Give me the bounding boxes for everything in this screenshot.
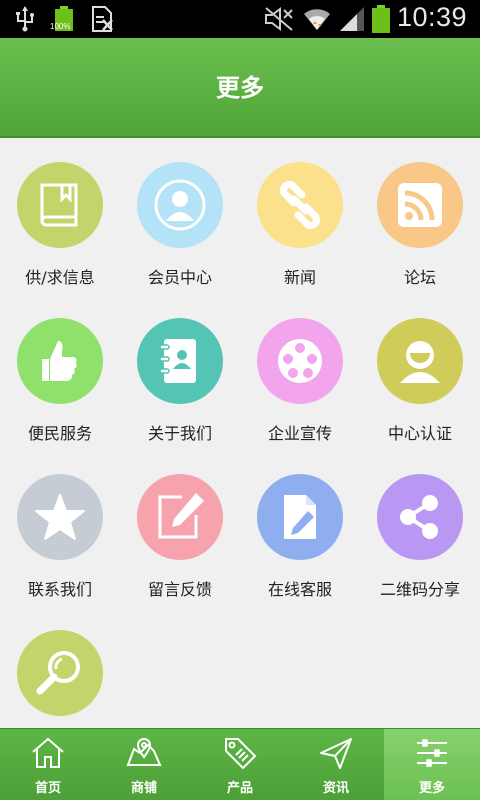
bottom-nav: 首页 商铺 产品 资讯 更多	[0, 728, 480, 800]
grid-item-member-center[interactable]: 会员中心	[120, 140, 240, 296]
status-time: 10:39	[397, 2, 468, 32]
grid-item-online-service[interactable]: 在线客服	[240, 452, 360, 608]
feature-grid: 供/求信息 会员中心 新闻 论坛 便民服务 关于我们 企业宣传 中心认证 联系我…	[0, 140, 480, 728]
grid-item-convenience[interactable]: 便民服务	[0, 296, 120, 452]
grid-item-label: 中心认证	[387, 424, 452, 443]
grid-item-promotion[interactable]: 企业宣传	[240, 296, 360, 452]
grid-item-certification[interactable]: 中心认证	[360, 296, 480, 452]
film-reel-icon	[257, 318, 343, 404]
mute-icon	[264, 6, 294, 32]
battery-percent: 100%	[50, 22, 71, 31]
page-title: 更多	[216, 74, 264, 102]
grid-item-label: 便民服务	[27, 424, 92, 443]
user-icon	[137, 162, 223, 248]
battery-icon	[370, 5, 392, 33]
settings-sliders-icon	[417, 739, 447, 767]
edit-icon	[137, 474, 223, 560]
sale-tag-icon	[225, 738, 257, 770]
grid-item-label: 供/求信息	[25, 268, 95, 287]
grid-item-label: 论坛	[403, 268, 436, 287]
share-icon	[377, 474, 463, 560]
title-bar: 更多	[0, 38, 480, 138]
nav-products[interactable]: 产品	[192, 729, 288, 800]
send-icon	[320, 738, 352, 769]
grid-item-news[interactable]: 新闻	[240, 140, 360, 296]
nav-more[interactable]: 更多	[384, 729, 480, 800]
nav-label: 更多	[418, 781, 445, 796]
avatar-icon	[377, 318, 463, 404]
nav-label: 资讯	[322, 781, 349, 796]
grid-item-qr-share[interactable]: 二维码分享	[360, 452, 480, 608]
grid-item-about-us[interactable]: 关于我们	[120, 296, 240, 452]
grid-item-supply-demand[interactable]: 供/求信息	[0, 140, 120, 296]
grid-item-label: 企业宣传	[267, 424, 332, 443]
rss-icon	[377, 162, 463, 248]
usb-icon	[14, 6, 36, 32]
wifi-icon	[302, 6, 332, 32]
grid-item-label: 会员中心	[147, 268, 212, 287]
document-edit-icon	[257, 474, 343, 560]
grid-item-label: 新闻	[283, 268, 316, 287]
thumbs-up-icon	[17, 318, 103, 404]
grid-item-label: 二维码分享	[379, 580, 460, 599]
grid-item-label: 关于我们	[147, 424, 212, 443]
book-icon	[17, 162, 103, 248]
link-icon	[257, 162, 343, 248]
status-bar: 100% 10:39	[0, 0, 480, 38]
magnifier-icon	[17, 630, 103, 716]
map-icon	[126, 737, 162, 766]
grid-item-feedback[interactable]: 留言反馈	[120, 452, 240, 608]
grid-item-label: 联系我们	[27, 580, 92, 599]
grid-item-label: 留言反馈	[147, 580, 212, 599]
grid-item-contact-us[interactable]: 联系我们	[0, 452, 120, 608]
home-icon	[32, 737, 64, 768]
nav-label: 商铺	[130, 781, 157, 796]
star-icon	[17, 474, 103, 560]
nav-home[interactable]: 首页	[0, 729, 96, 800]
grid-item-label: 在线客服	[267, 580, 332, 599]
grid-item-forum[interactable]: 论坛	[360, 140, 480, 296]
document-icon	[90, 6, 114, 32]
nav-label: 产品	[226, 781, 253, 796]
contact-book-icon	[137, 318, 223, 404]
nav-shops[interactable]: 商铺	[96, 729, 192, 800]
nav-label: 首页	[34, 781, 61, 796]
signal-icon	[338, 6, 366, 32]
nav-news[interactable]: 资讯	[288, 729, 384, 800]
